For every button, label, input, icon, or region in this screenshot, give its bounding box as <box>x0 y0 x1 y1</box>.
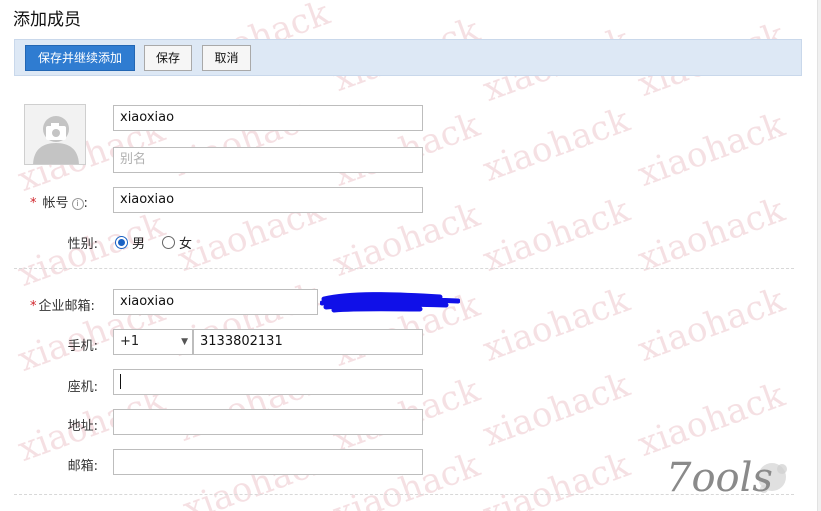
watermark-text: xiaohack <box>477 100 635 190</box>
required-mark: * <box>30 299 37 314</box>
text-cursor <box>120 374 121 389</box>
name-input[interactable]: xiaoxiao <box>113 105 423 131</box>
redaction-scribble <box>320 292 460 313</box>
watermark-text: xiaohack <box>477 445 635 511</box>
alias-input[interactable]: 别名 <box>113 147 423 173</box>
country-code-select[interactable]: +1 ▼ <box>113 329 193 355</box>
phone-label: 手机: <box>67 339 98 354</box>
watermark-text: xiaohack <box>477 190 635 280</box>
landline-input[interactable] <box>113 369 423 395</box>
action-toolbar: 保存并继续添加 保存 取消 <box>14 39 802 76</box>
gender-label: 性别: <box>67 237 98 252</box>
radio-checked-icon <box>115 236 128 249</box>
address-label: 地址: <box>67 419 98 434</box>
required-mark: * <box>30 196 37 211</box>
info-icon[interactable]: i <box>71 198 84 210</box>
label-colon: : <box>83 196 88 211</box>
watermark-text: xiaohack <box>632 190 790 280</box>
cancel-button[interactable]: 取消 <box>202 45 251 71</box>
email-label-row: * 企业邮箱: <box>30 295 102 314</box>
account-label: 帐号 <box>42 196 69 211</box>
landline-label: 座机: <box>67 380 98 395</box>
triangle-down-icon: ▼ <box>181 337 188 347</box>
vertical-scrollbar[interactable] <box>817 0 821 511</box>
page-title: 添加成员 <box>13 10 81 30</box>
account-input[interactable]: xiaoxiao <box>113 187 423 213</box>
avatar-upload[interactable] <box>24 104 86 165</box>
email-label: 企业邮箱: <box>38 299 95 314</box>
account-label-row: * 帐号 i: <box>30 192 102 211</box>
gender-female-label: 女 <box>179 237 193 252</box>
section-divider <box>14 268 794 269</box>
email-input[interactable]: xiaoxiao <box>113 289 318 315</box>
watermark-text: xiaohack <box>477 280 635 370</box>
address-input[interactable] <box>113 409 423 435</box>
gender-male-radio[interactable]: 男 <box>115 233 145 252</box>
person-camera-icon <box>33 116 79 164</box>
watermark-text: xiaohack <box>477 365 635 455</box>
mailbox-label: 邮箱: <box>67 459 98 474</box>
gender-female-radio[interactable]: 女 <box>162 233 192 252</box>
phone-input[interactable]: 3133802131 <box>193 329 423 355</box>
gender-male-label: 男 <box>132 237 146 252</box>
save-button[interactable]: 保存 <box>144 45 192 71</box>
mailbox-input[interactable] <box>113 449 423 475</box>
watermark-text: xiaohack <box>632 105 790 195</box>
country-code-value: +1 <box>120 334 140 349</box>
tools-logo: 7ools <box>666 455 787 501</box>
logo-text: 7ools <box>666 455 773 501</box>
save-and-continue-button[interactable]: 保存并继续添加 <box>25 45 135 71</box>
watermark-text: xiaohack <box>632 280 790 370</box>
radio-unchecked-icon <box>162 236 175 249</box>
